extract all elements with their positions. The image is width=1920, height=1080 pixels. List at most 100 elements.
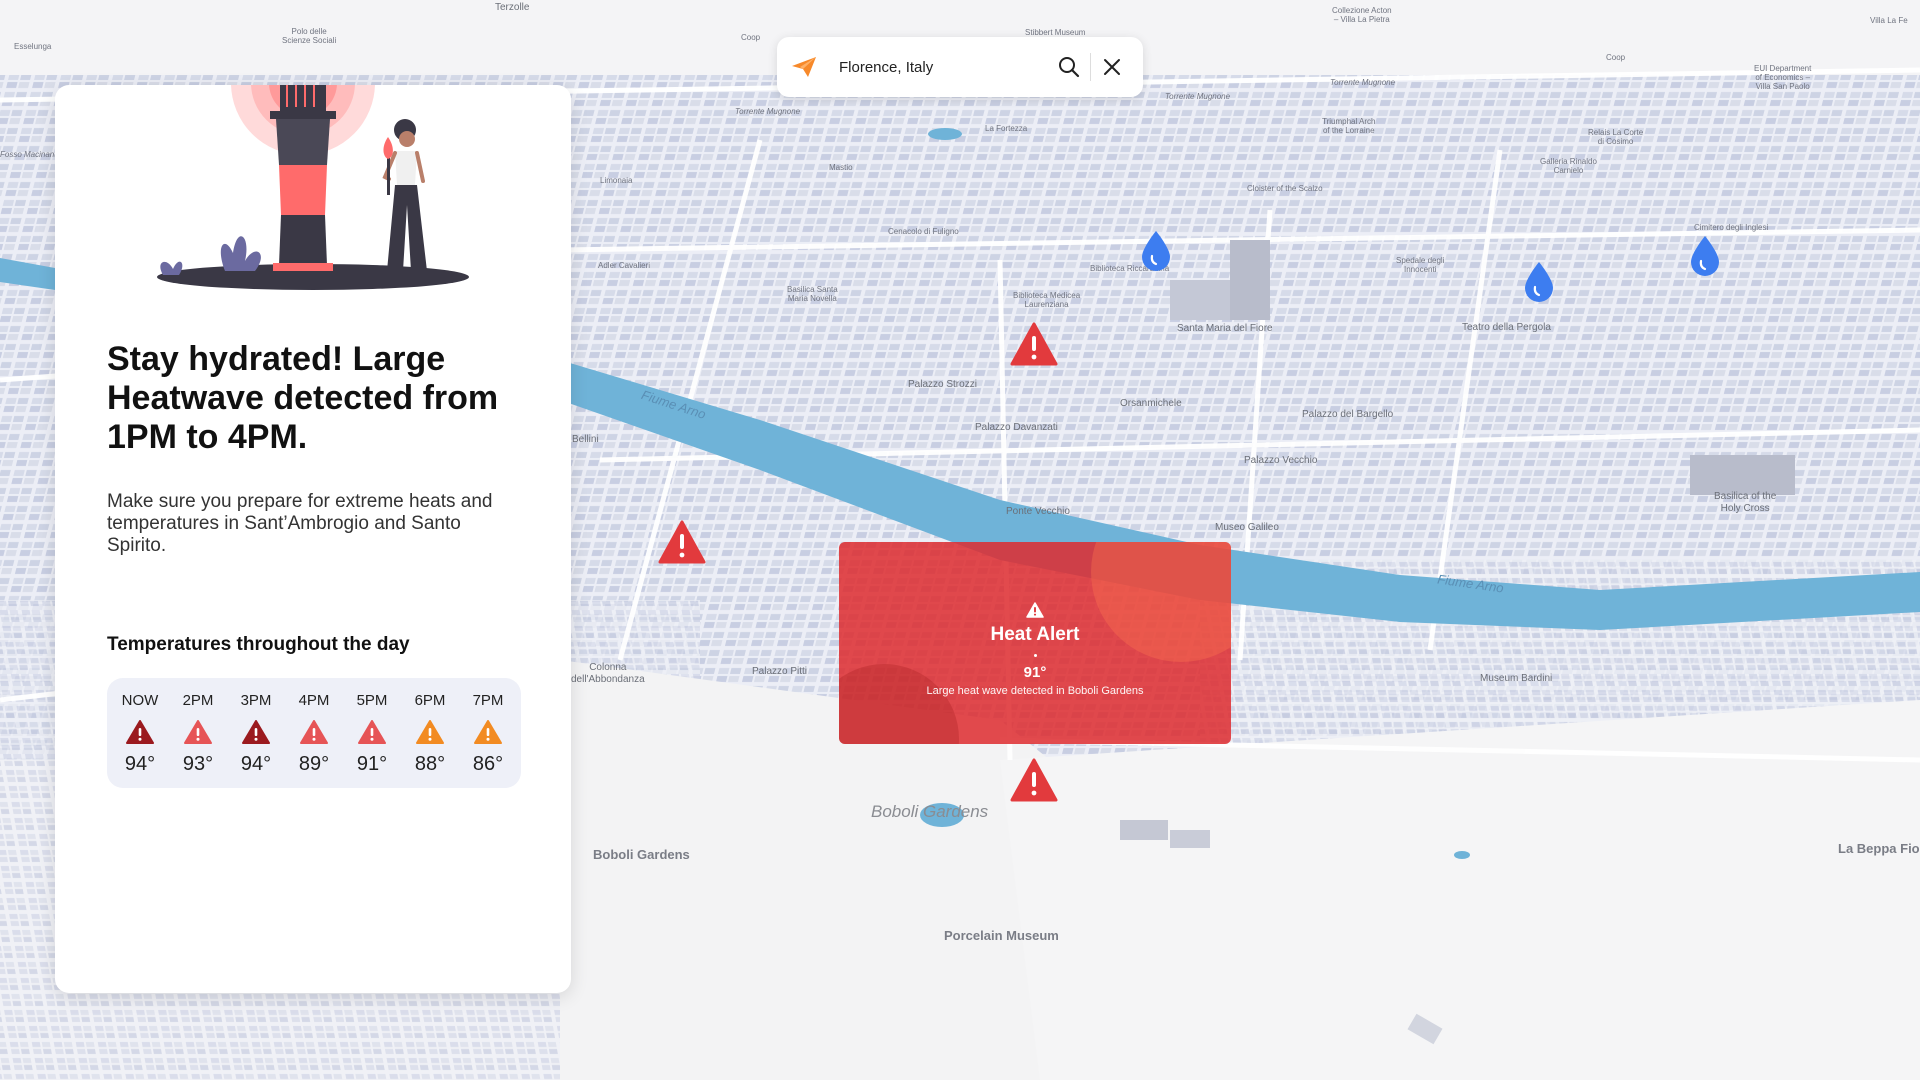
map-label: Triumphal Arch of the Lorraine [1322,117,1376,136]
map-label: Stibbert Museum [1025,28,1086,37]
map-label: Mastio [829,163,853,172]
forecast-temperature: 93° [182,753,214,775]
map-label: Palazzo Strozzi [908,379,977,390]
search-bar[interactable]: Florence, Italy [777,37,1143,97]
map-label: Galleria Rinaldo Carnielo [1540,157,1597,176]
alert-info-panel: Stay hydrated! Large Heatwave detected f… [55,85,571,993]
forecast-temperature: 94° [240,753,272,775]
forecast-temperature: 88° [414,753,446,775]
map-label: Terzolle [495,2,530,13]
forecast-item: 5PM 91° [344,678,400,788]
forecast-temperature: 86° [472,753,504,775]
map-label: Palazzo Vecchio [1244,455,1318,466]
lighthouse-illustration [157,85,469,290]
map-label: Spedale degli Innocenti [1396,256,1445,275]
map-label: EUI Department of Economics – Villa San Pa… [1754,64,1812,92]
map-label: Relais La Corte di Cosimo [1588,128,1644,147]
warning-icon [126,720,154,744]
forecast-time: 4PM [298,692,330,709]
forecast-item: 2PM 93° [170,678,226,788]
forecast-time: 3PM [240,692,272,709]
alert-temperature: 91° [1023,664,1047,681]
forecast-item: 7PM 86° [460,678,516,788]
close-icon [1104,59,1120,75]
map-label: Biblioteca Medicea Laurenziana [1013,291,1081,310]
map-label: Museum Bardini [1480,673,1553,684]
decorative-blob [839,664,959,744]
water-drop-icon[interactable] [1689,235,1721,277]
warning-icon [474,720,502,744]
search-button[interactable] [1052,50,1086,84]
search-input[interactable]: Florence, Italy [839,59,1052,76]
warning-icon [184,720,212,744]
alert-body-text: Make sure you prepare for extreme heats … [107,491,493,556]
warning-icon [300,720,328,744]
forecast-item: NOW 94° [112,678,168,788]
forecast-time: 5PM [356,692,388,709]
map-label: Museo Galileo [1215,522,1279,533]
forecast-item: 3PM 94° [228,678,284,788]
forecast-item: 6PM 88° [402,678,458,788]
water-drop-icon[interactable] [1523,261,1555,303]
heat-warning-icon[interactable] [1010,758,1058,802]
map-label: Colonna dell'Abbondanza [571,662,645,685]
map-label: Santa Maria del Fiore [1177,323,1273,334]
heat-alert-card[interactable]: Heat Alert 91° Large heat wave detected … [839,542,1231,744]
forecast-item: 4PM 89° [286,678,342,788]
map-label: Ponte Vecchio [1006,506,1070,517]
map-label: Boboli Gardens [871,802,989,821]
warning-icon [358,720,386,744]
forecast-time: NOW [121,692,159,709]
separator-dot [1033,654,1037,657]
map-label: Polo delle Scienze Sociali [282,27,337,46]
map-label: Torrente Mugnone [735,107,801,116]
map-label: Porcelain Museum [944,928,1059,943]
hourly-forecast: NOW 94° 2PM 93° 3PM 94° 4PM 89° 5PM 91° … [107,678,521,788]
map-label: Villa La Fe [1870,16,1908,25]
alert-title: Heat Alert [990,624,1080,645]
temperatures-heading: Temperatures throughout the day [107,634,410,655]
warning-icon [242,720,270,744]
map-label: Coop [1606,53,1626,62]
map-label: Collezione Acton – Villa La Pietra [1332,6,1392,25]
map-label: Boboli Gardens [593,847,690,862]
clear-search-button[interactable] [1095,50,1129,84]
map-label: Cimitero degli Inglesi [1694,223,1769,232]
map-label: Basilica of the Holy Cross [1714,491,1777,514]
forecast-temperature: 94° [124,753,156,775]
map-label: Palazzo Davanzati [975,422,1058,433]
forecast-temperature: 89° [298,753,330,775]
decorative-blob [1091,542,1231,662]
forecast-time: 2PM [182,692,214,709]
map-label: Orsanmichele [1120,398,1182,409]
navigation-logo-icon [789,52,819,82]
map-label: Adler Cavalieri [598,261,651,270]
map-label: Bellini [572,434,599,445]
map-label: Fosso Macinante [0,150,61,159]
map-label: La Beppa Fior [1838,841,1920,856]
forecast-time: 7PM [472,692,504,709]
map-label: Coop [741,33,761,42]
map-label: Basilica Santa Maria Novella [787,285,838,304]
water-drop-icon[interactable] [1140,230,1172,272]
map-label: Esselunga [14,42,52,51]
forecast-temperature: 91° [356,753,388,775]
map-label: Teatro della Pergola [1462,322,1551,333]
map-label: Cenacolo di Fuligno [888,227,959,236]
map-label: La Fortezza [985,124,1028,133]
heat-warning-icon[interactable] [1010,322,1058,366]
forecast-time: 6PM [414,692,446,709]
map-label: Palazzo del Bargello [1302,409,1394,420]
map-label: Torrente Mugnone [1165,92,1231,101]
map-label: Palazzo Pitti [752,666,808,677]
warning-icon [1026,602,1044,618]
heat-warning-icon[interactable] [658,520,706,564]
map-label: Limonaia [600,176,633,185]
map-label: Torrente Mugnone [1330,78,1396,87]
alert-headline: Stay hydrated! Large Heatwave detected f… [107,340,499,456]
search-icon [1059,57,1080,78]
map-label: Cloister of the Scalzo [1247,184,1323,193]
divider [1090,53,1091,81]
alert-description: Large heat wave detected in Boboli Garde… [926,685,1144,697]
warning-icon [416,720,444,744]
